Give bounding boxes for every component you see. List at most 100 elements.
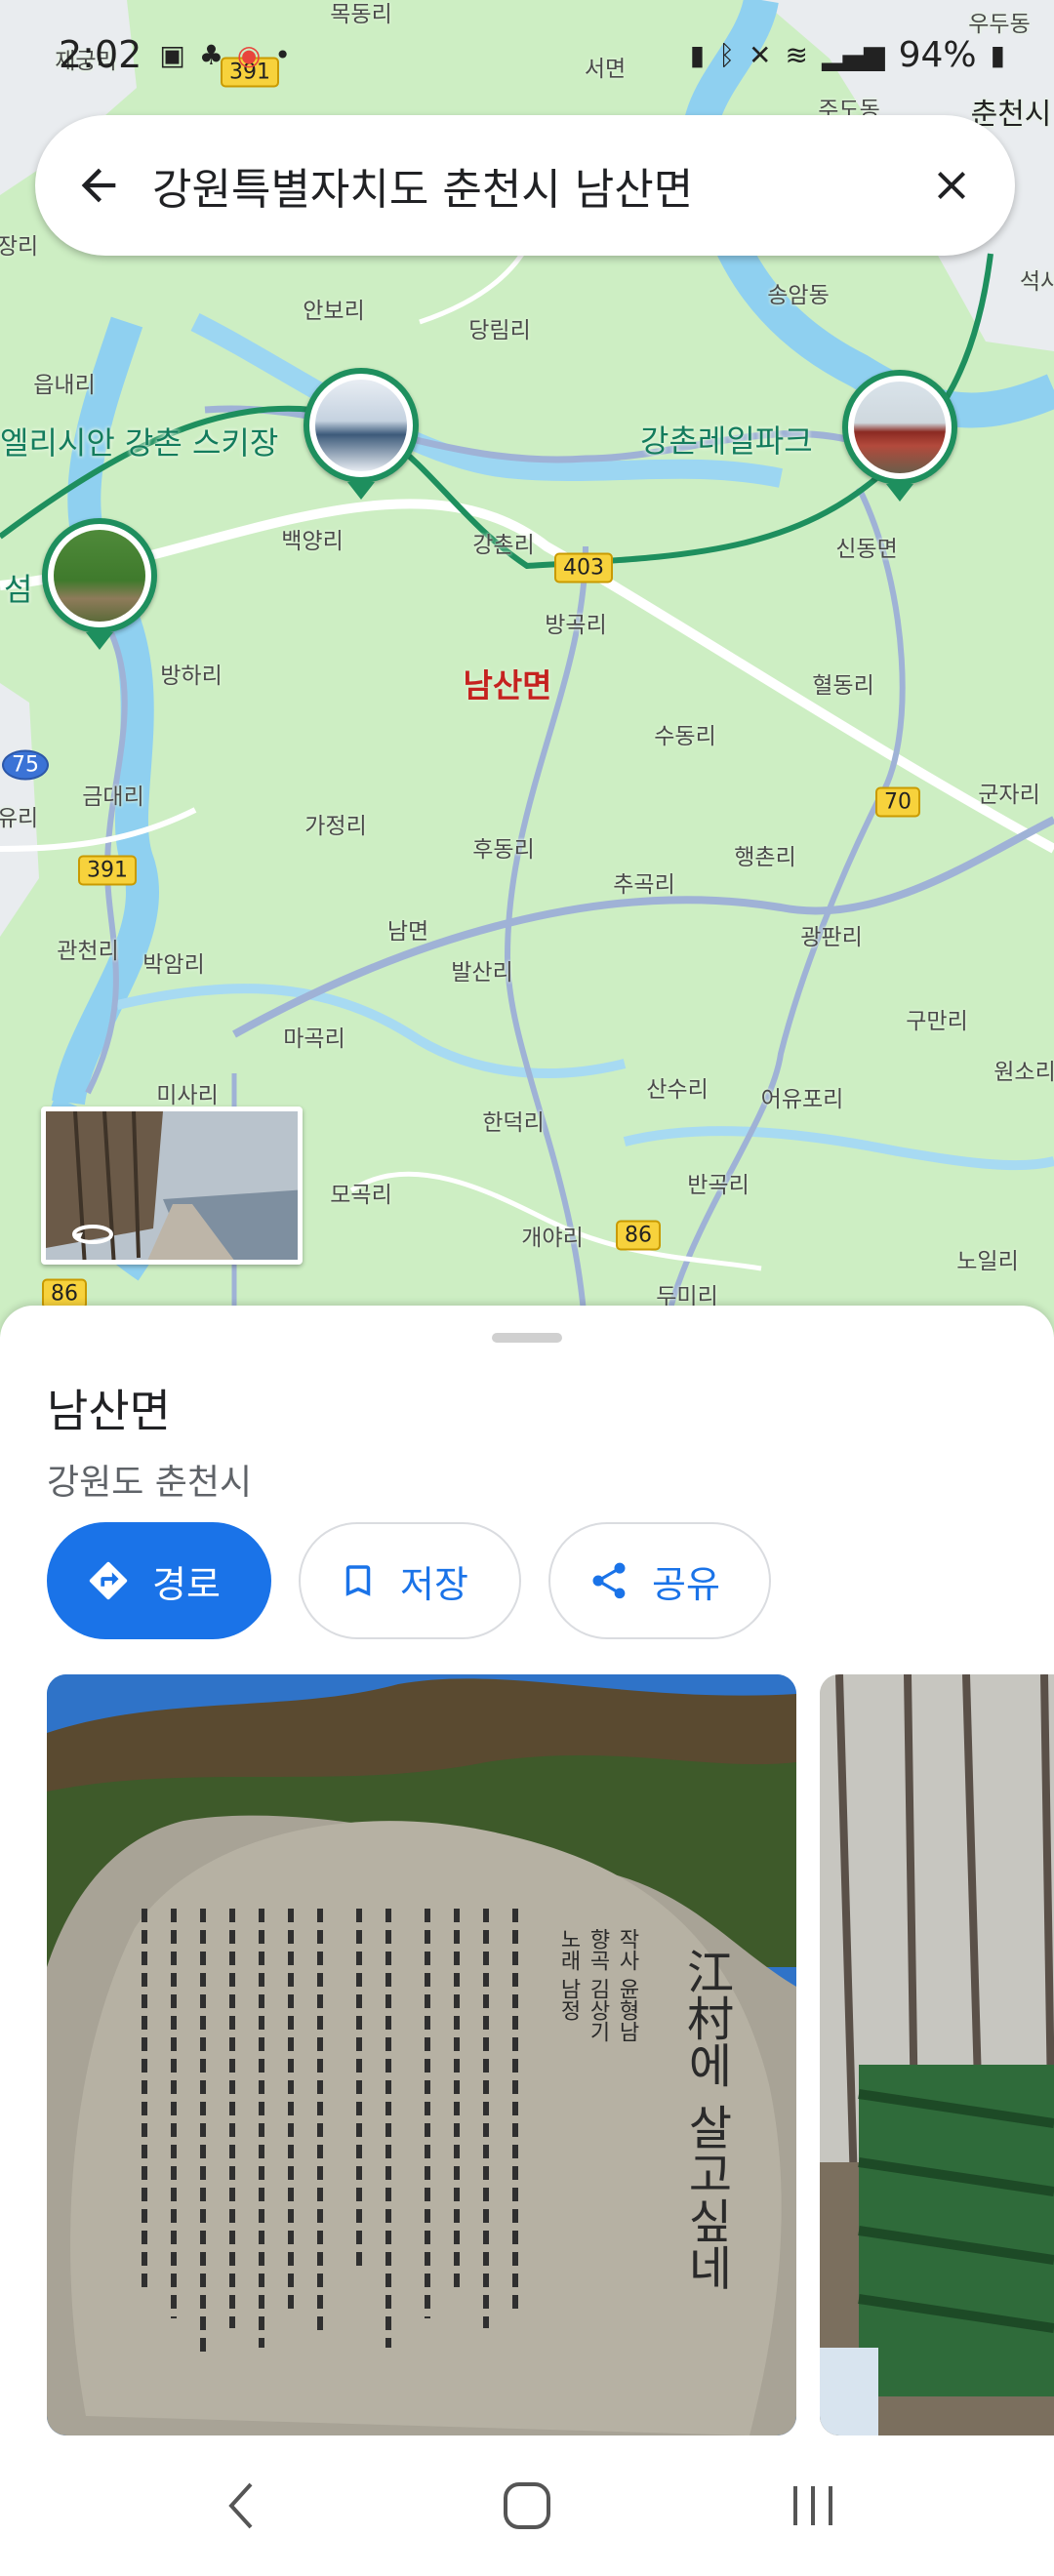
place-photo[interactable]: 江村에 살고싶네 작사 윤형남 향곡 김상기 노래 남정 <box>47 1674 796 2435</box>
place-label: 석사 <box>1019 269 1054 295</box>
action-buttons: 경로 저장 공유 <box>47 1522 771 1639</box>
status-time: 2:02 <box>59 33 142 76</box>
place-label: 읍내리 <box>33 373 96 398</box>
place-label: 모곡리 <box>330 1183 392 1208</box>
stone-inscription-credit: 노래 남정 <box>556 1928 581 2021</box>
search-bar[interactable]: 강원특별자치도 춘천시 남산면 <box>35 115 1015 256</box>
forest-photo <box>820 1674 1054 2435</box>
place-label: 신동면 <box>835 537 898 562</box>
place-label: 어유포리 <box>760 1087 844 1112</box>
pin-tail <box>347 482 375 500</box>
close-icon <box>938 172 965 199</box>
place-bottom-sheet[interactable]: 남산면 강원도 춘천시 경로 저장 공유 江村에 살고싶네 작사 윤형남 향곡 … <box>0 1306 1054 2445</box>
dot-icon: • <box>274 38 291 71</box>
tools-icon: ♣ <box>198 38 223 71</box>
drag-handle[interactable] <box>492 1333 562 1343</box>
home-nav-icon <box>503 2482 550 2529</box>
place-label: 노일리 <box>956 1249 1019 1274</box>
place-label: 광판리 <box>800 925 863 950</box>
back-nav-icon <box>227 2482 253 2529</box>
recents-nav-button[interactable] <box>754 2457 872 2555</box>
place-label: 혈동리 <box>812 673 874 699</box>
wifi-icon: ≋ <box>785 38 808 71</box>
place-subtitle: 강원도 춘천시 <box>47 1463 253 1503</box>
signal-icon: ▂▄▆ <box>821 38 885 71</box>
gallery-icon: ▣ <box>159 38 185 71</box>
rail-park-pin[interactable] <box>842 370 957 485</box>
place-label: 관천리 <box>57 939 119 964</box>
poi-label-ski-resort[interactable]: 엘리시안 강촌 스키장 <box>0 419 278 463</box>
place-label: 반곡리 <box>687 1173 750 1198</box>
share-label: 공유 <box>652 1562 720 1606</box>
place-label: 가정리 <box>304 814 367 839</box>
place-label: 개야리 <box>521 1226 584 1251</box>
place-title: 남산면 <box>47 1385 171 1437</box>
mute-icon: ✕ <box>749 38 772 71</box>
stone-inscription-credit: 향곡 김상기 <box>586 1928 610 2042</box>
search-query[interactable]: 강원특별자치도 춘천시 남산면 <box>152 154 898 217</box>
poi-label-island[interactable]: 섬 <box>4 565 32 610</box>
street-view-thumbnail[interactable] <box>41 1107 303 1265</box>
bookmark-icon <box>345 1565 371 1596</box>
place-label: 미사리 <box>156 1083 219 1108</box>
route-shield: 86 <box>616 1220 661 1251</box>
place-label: 수동리 <box>654 724 716 749</box>
place-label: 군자리 <box>978 783 1040 808</box>
photo-carousel[interactable]: 江村에 살고싶네 작사 윤형남 향곡 김상기 노래 남정 <box>47 1674 1054 2435</box>
place-label: 행촌리 <box>734 845 796 870</box>
place-label: 방곡리 <box>545 613 607 638</box>
place-label: 유리 <box>0 806 39 831</box>
place-label: 후동리 <box>472 837 535 863</box>
place-label: 강촌리 <box>472 533 535 558</box>
pin-tail <box>886 484 913 502</box>
route-shield: 403 <box>554 552 613 584</box>
home-nav-button[interactable] <box>468 2457 586 2555</box>
share-icon <box>592 1562 626 1599</box>
share-button[interactable]: 공유 <box>548 1522 771 1639</box>
status-bar: 2:02 ▣ ♣ ◉ • ▮ ᛒ ✕ ≋ ▂▄▆ 94% ▮ <box>0 20 1054 90</box>
place-label: 구만리 <box>906 1009 968 1034</box>
system-navigation-bar <box>0 2435 1054 2576</box>
place-label: 발산리 <box>451 960 513 986</box>
place-label: 안보리 <box>303 299 365 324</box>
island-thumbnail <box>54 530 145 622</box>
battery-percent: 94% <box>898 34 977 75</box>
island-pin[interactable] <box>42 518 157 633</box>
save-button[interactable]: 저장 <box>299 1522 521 1639</box>
poi-label-rail-park[interactable]: 강촌레일파크 <box>640 417 813 462</box>
back-nav-button[interactable] <box>182 2457 300 2555</box>
route-shield: 86 <box>42 1278 87 1309</box>
ski-resort-pin[interactable] <box>304 368 419 483</box>
route-shield: 391 <box>78 855 137 886</box>
rotate-360-icon <box>72 1225 113 1244</box>
directions-label: 경로 <box>152 1562 221 1606</box>
battery-saver-icon: ▮ <box>689 38 706 71</box>
arrow-back-icon <box>81 168 116 203</box>
rail-park-thumbnail <box>854 382 946 473</box>
place-label: 방하리 <box>160 664 223 689</box>
ski-resort-thumbnail <box>315 380 407 471</box>
battery-icon: ▮ <box>990 38 1005 71</box>
route-shield: 75 <box>2 749 49 781</box>
bluetooth-icon: ᛒ <box>718 38 736 71</box>
region-label: 남산면 <box>463 666 552 704</box>
place-label: 마곡리 <box>283 1026 345 1052</box>
clear-search-button[interactable] <box>898 115 1005 256</box>
place-label: 장리 <box>0 234 39 260</box>
directions-button[interactable]: 경로 <box>47 1522 271 1639</box>
place-label: 남면 <box>386 919 429 945</box>
save-label: 저장 <box>400 1562 468 1606</box>
stone-poem-lines <box>142 1909 518 2357</box>
back-button[interactable] <box>45 115 152 256</box>
place-label: 송암동 <box>767 283 830 308</box>
place-label: 추곡리 <box>613 872 675 898</box>
place-label: 원소리 <box>993 1060 1054 1085</box>
place-label: 금대리 <box>82 785 144 810</box>
route-shield: 70 <box>875 786 920 818</box>
stone-inscription-title: 江村에 살고싶네 <box>678 1948 733 2291</box>
pin-tail <box>86 632 113 650</box>
map-view[interactable]: 목동리 서면 재궁리 우두동 주도동 춘천시 장리 안보리 당림리 송암동 읍내… <box>0 0 1054 1337</box>
place-photo[interactable] <box>820 1674 1054 2435</box>
stone-inscription-credit: 작사 윤형남 <box>615 1928 639 2042</box>
place-label: 한덕리 <box>482 1110 545 1136</box>
